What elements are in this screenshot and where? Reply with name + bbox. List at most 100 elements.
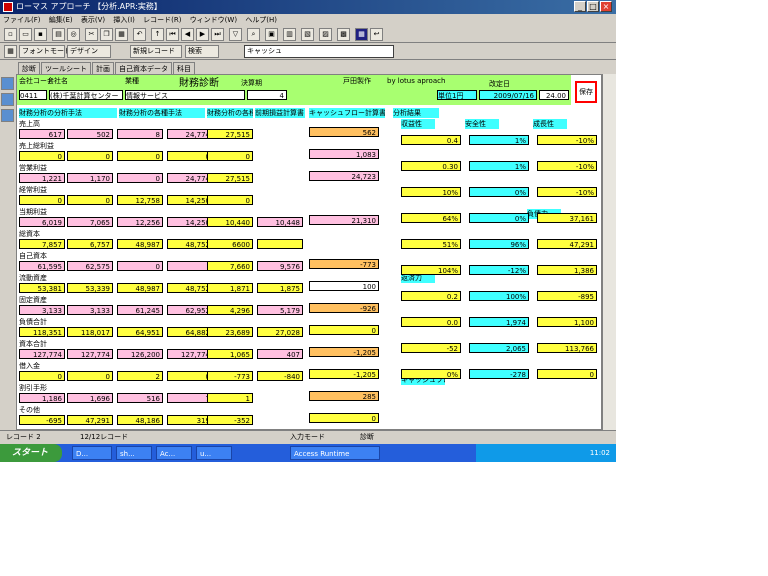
- minimize-button[interactable]: _: [574, 1, 586, 12]
- ratio-value[interactable]: 0.2: [401, 291, 461, 301]
- value-cell[interactable]: 0: [19, 371, 65, 381]
- ratio-value[interactable]: -278: [469, 369, 529, 379]
- ratio-value[interactable]: 2,065: [469, 343, 529, 353]
- value-cell[interactable]: 0: [207, 151, 253, 161]
- ratio-value[interactable]: -12%: [469, 265, 529, 275]
- value-cell[interactable]: 9,576: [257, 261, 303, 271]
- value-cell[interactable]: 516: [117, 393, 163, 403]
- ratio-value[interactable]: 0.4: [401, 135, 461, 145]
- nav-icon-2[interactable]: [1, 93, 14, 106]
- ratio-field[interactable]: 24.00: [539, 90, 569, 100]
- ratio-value[interactable]: 0%: [469, 213, 529, 223]
- last-record-icon[interactable]: ⏭: [211, 28, 224, 41]
- value-cell[interactable]: 0: [117, 173, 163, 183]
- nav-icon-3[interactable]: [1, 109, 14, 122]
- cf-value-2[interactable]: 1,083: [309, 149, 379, 159]
- search-button[interactable]: 検索: [185, 45, 219, 58]
- value-cell[interactable]: 407: [257, 349, 303, 359]
- report-icon[interactable]: ▨: [319, 28, 332, 41]
- window-icon[interactable]: ▣: [265, 28, 278, 41]
- ratio-value[interactable]: 1%: [469, 135, 529, 145]
- cf-value-11[interactable]: 285: [309, 391, 379, 401]
- value-cell[interactable]: 3,133: [67, 305, 113, 315]
- sort-asc-icon[interactable]: ↑: [151, 28, 164, 41]
- ratio-value[interactable]: 0.0: [401, 317, 461, 327]
- cf-value-3[interactable]: 24,723: [309, 171, 379, 181]
- prev-record-icon[interactable]: ◀: [181, 28, 194, 41]
- value-cell[interactable]: 6,757: [67, 239, 113, 249]
- new-icon[interactable]: ▫: [4, 28, 17, 41]
- value-cell[interactable]: 64,951: [117, 327, 163, 337]
- menu-view[interactable]: 表示(V): [78, 14, 108, 26]
- paste-icon[interactable]: ▦: [115, 28, 128, 41]
- maximize-button[interactable]: □: [587, 1, 599, 12]
- value-cell[interactable]: 53,339: [67, 283, 113, 293]
- value-cell[interactable]: 0: [207, 195, 253, 205]
- copy-icon[interactable]: ❐: [100, 28, 113, 41]
- value-cell[interactable]: [257, 239, 303, 249]
- unit-field[interactable]: 単位1円: [437, 90, 477, 100]
- ratio-value[interactable]: -52: [401, 343, 461, 353]
- ratio-value[interactable]: 10%: [401, 187, 461, 197]
- menu-help[interactable]: ヘルプ(H): [242, 14, 280, 26]
- value-cell[interactable]: 27,028: [257, 327, 303, 337]
- industry-field[interactable]: 情報サービス: [125, 90, 245, 100]
- nav-icon-1[interactable]: [1, 77, 14, 90]
- preview-icon[interactable]: ◎: [67, 28, 80, 41]
- value-cell[interactable]: 62,575: [67, 261, 113, 271]
- cf-value-9[interactable]: -1,205: [309, 347, 379, 357]
- value-cell[interactable]: 126,200: [117, 349, 163, 359]
- next-record-icon[interactable]: ▶: [196, 28, 209, 41]
- ratio-value[interactable]: 0%: [469, 187, 529, 197]
- cf-value-6[interactable]: 100: [309, 281, 379, 291]
- value-cell[interactable]: 48,987: [117, 239, 163, 249]
- value-cell[interactable]: 0: [19, 195, 65, 205]
- field-combo[interactable]: キャッシュ: [244, 45, 394, 58]
- ratio-value[interactable]: 96%: [469, 239, 529, 249]
- value-cell[interactable]: 0: [19, 151, 65, 161]
- value-cell[interactable]: 1,186: [19, 393, 65, 403]
- form-icon[interactable]: ▧: [301, 28, 314, 41]
- value-cell[interactable]: 0: [67, 151, 113, 161]
- ratio-value[interactable]: 51%: [401, 239, 461, 249]
- value-cell[interactable]: 502: [67, 129, 113, 139]
- value-cell[interactable]: 23,689: [207, 327, 253, 337]
- value-cell[interactable]: 4,296: [207, 305, 253, 315]
- value-cell[interactable]: 10,448: [257, 217, 303, 227]
- ratio-value[interactable]: 1,386: [537, 265, 597, 275]
- menu-edit[interactable]: 編集(E): [46, 14, 76, 26]
- period-field[interactable]: 4: [247, 90, 287, 100]
- date-field[interactable]: 2009/07/16: [479, 90, 537, 100]
- ratio-value[interactable]: 104%: [401, 265, 461, 275]
- value-cell[interactable]: 10,440: [207, 217, 253, 227]
- value-cell[interactable]: 1,221: [19, 173, 65, 183]
- ratio-value[interactable]: 113,766: [537, 343, 597, 353]
- menu-record[interactable]: レコード(R): [140, 14, 184, 26]
- value-cell[interactable]: 7,065: [67, 217, 113, 227]
- value-cell[interactable]: 7,857: [19, 239, 65, 249]
- print-icon[interactable]: ▤: [52, 28, 65, 41]
- cf-value-4[interactable]: 21,310: [309, 215, 379, 225]
- value-cell[interactable]: 118,351: [19, 327, 65, 337]
- cf-value-8[interactable]: 0: [309, 325, 379, 335]
- menu-window[interactable]: ウィンドウ(W): [187, 14, 240, 26]
- ratio-value[interactable]: -10%: [537, 161, 597, 171]
- ratio-value[interactable]: 0%: [401, 369, 461, 379]
- save-button[interactable]: 保存: [575, 81, 597, 103]
- cut-icon[interactable]: ✂: [85, 28, 98, 41]
- task-5[interactable]: Access Runtime: [290, 446, 380, 460]
- task-3[interactable]: Ac...: [156, 446, 192, 460]
- open-icon[interactable]: ▭: [19, 28, 32, 41]
- grid-icon[interactable]: ▦: [4, 45, 17, 58]
- ratio-value[interactable]: 100%: [469, 291, 529, 301]
- value-cell[interactable]: -840: [257, 371, 303, 381]
- value-cell[interactable]: 3,133: [19, 305, 65, 315]
- value-cell[interactable]: 53,381: [19, 283, 65, 293]
- task-4[interactable]: u...: [196, 446, 232, 460]
- cf-value-12[interactable]: 0: [309, 413, 379, 423]
- value-cell[interactable]: 2: [117, 371, 163, 381]
- ratio-value[interactable]: -10%: [537, 135, 597, 145]
- ratio-value[interactable]: 1,974: [469, 317, 529, 327]
- value-cell[interactable]: 7,660: [207, 261, 253, 271]
- value-cell[interactable]: 1: [207, 393, 253, 403]
